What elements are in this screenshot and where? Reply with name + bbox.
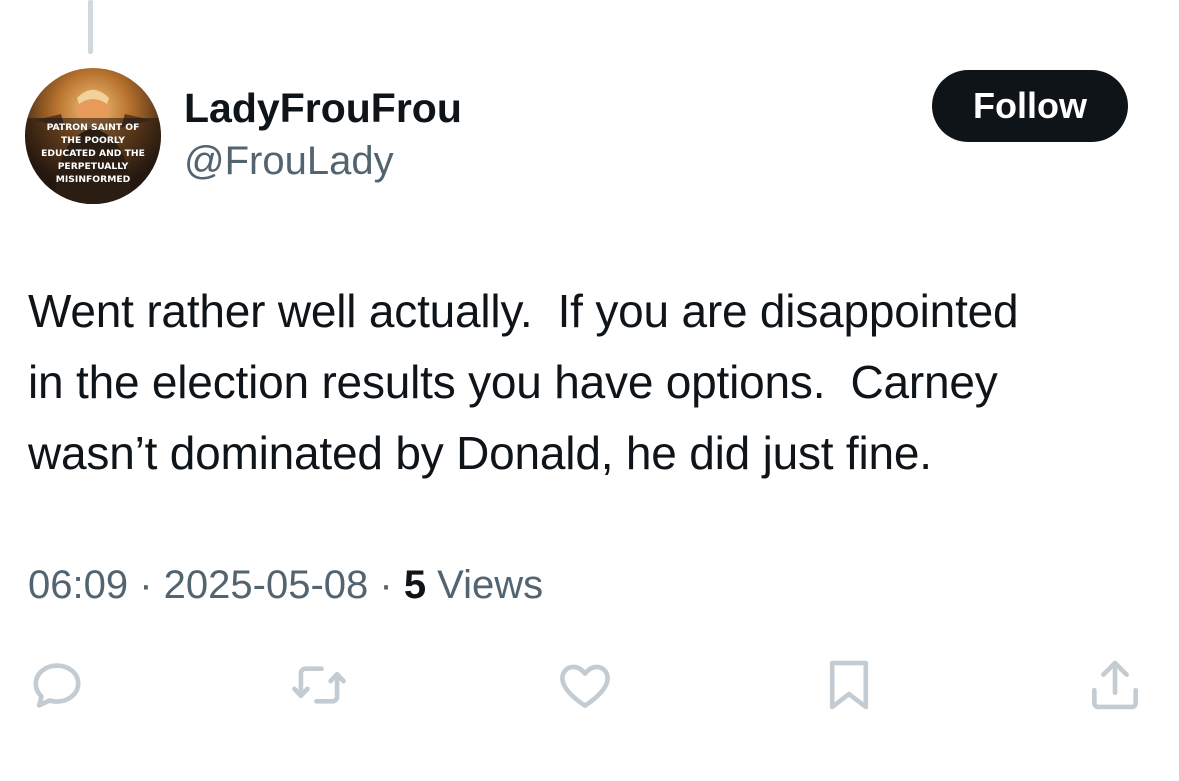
bookmark-button[interactable] <box>814 650 884 720</box>
thread-connector-line <box>88 0 93 54</box>
meta-separator: · <box>128 563 164 607</box>
avatar-caption-line: EDUCATED AND THE <box>41 148 145 159</box>
avatar-caption-line: PATRON SAINT OF <box>47 122 140 133</box>
tweet-time[interactable]: 06:09 <box>28 563 128 607</box>
follow-button[interactable]: Follow <box>932 70 1128 142</box>
tweet-meta: 06:09 · 2025-05-08 · 5 Views <box>28 562 543 608</box>
avatar-caption-line: MISINFORMED <box>56 174 131 185</box>
avatar[interactable]: PATRON SAINT OF THE POORLY EDUCATED AND … <box>25 68 161 204</box>
author-handle[interactable]: @FrouLady <box>184 138 394 184</box>
views-count[interactable]: 5 <box>404 563 426 607</box>
like-icon <box>560 664 610 708</box>
action-bar <box>0 650 1179 730</box>
tweet-detail: PATRON SAINT OF THE POORLY EDUCATED AND … <box>0 0 1179 781</box>
retweet-button[interactable] <box>284 650 354 720</box>
views-label[interactable]: Views <box>426 563 543 607</box>
avatar-caption-line: PERPETUALLY <box>58 161 129 172</box>
share-icon <box>1092 660 1138 710</box>
tweet-date[interactable]: 2025-05-08 <box>164 563 369 607</box>
share-button[interactable] <box>1080 650 1150 720</box>
like-button[interactable] <box>550 650 620 720</box>
avatar-caption-line: THE POORLY <box>61 135 125 146</box>
retweet-icon <box>292 666 346 704</box>
tweet-text: Went rather well actually. If you are di… <box>28 285 1019 479</box>
meta-separator: · <box>368 563 404 607</box>
reply-icon <box>33 663 81 708</box>
bookmark-icon <box>829 660 869 710</box>
reply-button[interactable] <box>22 650 92 720</box>
author-display-name[interactable]: LadyFrouFrou <box>184 84 462 132</box>
avatar-image: PATRON SAINT OF THE POORLY EDUCATED AND … <box>25 68 161 204</box>
